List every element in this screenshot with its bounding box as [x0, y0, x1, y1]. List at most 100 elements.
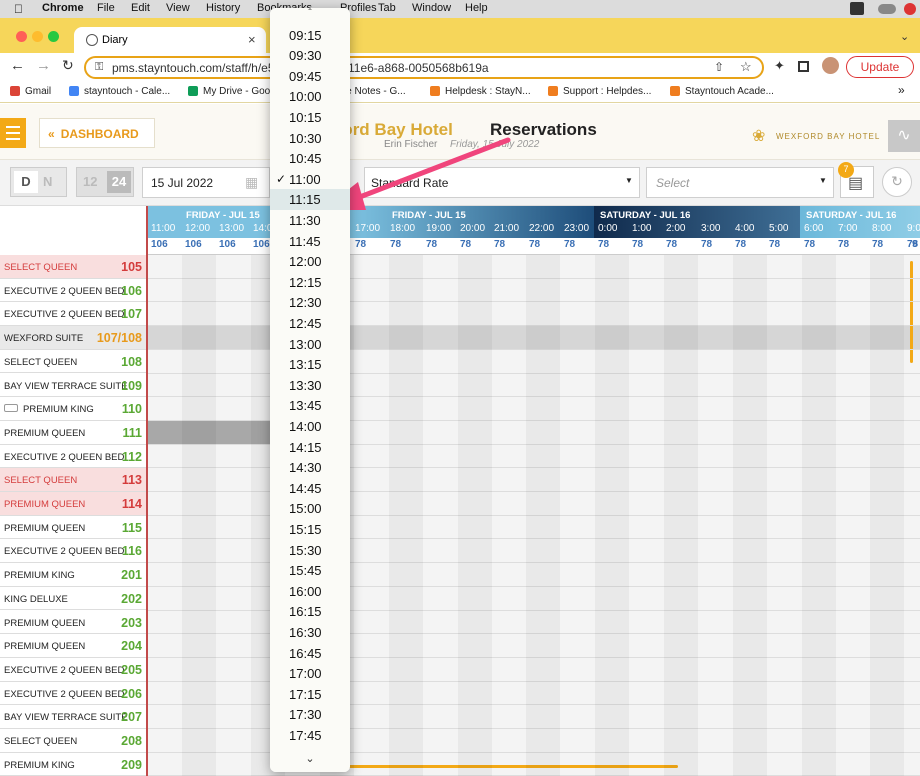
time-option[interactable]: 13:45 — [270, 395, 350, 416]
url-bar[interactable]: ⚿ pms.stayntouch.com/staff/h/e5 11e6-a86… — [84, 56, 764, 79]
menu-history[interactable]: History — [206, 2, 240, 14]
menu-file[interactable]: File — [97, 2, 115, 14]
lock-icon[interactable]: ⚿ — [95, 61, 103, 74]
time-option[interactable]: 13:30 — [270, 375, 350, 396]
time-option[interactable]: 13:00 — [270, 334, 350, 355]
reservation-grid[interactable] — [148, 255, 920, 776]
room-row[interactable]: PREMIUM KING 209 — [0, 753, 147, 776]
close-tab-icon[interactable]: × — [248, 32, 256, 47]
refresh-icon[interactable]: ↻ — [882, 167, 912, 197]
date-picker[interactable]: 15 Jul 2022 ▦ — [142, 167, 270, 198]
room-row[interactable]: PREMIUM QUEEN 203 — [0, 611, 147, 635]
room-row[interactable]: EXECUTIVE 2 QUEEN BED 106 — [0, 279, 147, 303]
room-row[interactable]: PREMIUM QUEEN 114 — [0, 492, 147, 516]
time-option[interactable]: 17:45 — [270, 725, 350, 746]
time-option[interactable]: 15:00 — [270, 498, 350, 519]
room-row[interactable]: EXECUTIVE 2 QUEEN BED 112 — [0, 445, 147, 469]
room-row[interactable]: SELECT QUEEN 105 — [0, 255, 147, 279]
time-option[interactable]: 14:30 — [270, 457, 350, 478]
time-option[interactable]: 17:00 — [270, 663, 350, 684]
update-button[interactable]: Update — [846, 56, 914, 78]
time-option[interactable]: 16:00 — [270, 581, 350, 602]
time-option[interactable]: ✓ 11:00 — [270, 169, 350, 190]
room-row[interactable]: EXECUTIVE 2 QUEEN BED 205 — [0, 658, 147, 682]
time-option[interactable]: 11:15 — [270, 189, 350, 210]
time-option[interactable]: 13:15 — [270, 354, 350, 375]
mode-n-button[interactable]: N — [43, 174, 52, 189]
time-option[interactable]: 14:45 — [270, 478, 350, 499]
bookmark-drive[interactable]: My Drive - Goo — [188, 86, 270, 97]
time-option[interactable]: 15:45 — [270, 560, 350, 581]
room-row[interactable]: PREMIUM KING 110 — [0, 397, 147, 421]
tab-search-icon[interactable]: ⌄ — [900, 30, 909, 43]
extensions-icon[interactable]: ✦ — [774, 58, 785, 74]
time-option[interactable]: 09:15 — [270, 25, 350, 46]
room-row[interactable]: SELECT QUEEN 208 — [0, 729, 147, 753]
time-option[interactable]: 10:30 — [270, 128, 350, 149]
time-option[interactable]: 11:30 — [270, 210, 350, 231]
day-night-toggle[interactable]: D N — [10, 167, 67, 197]
status-icon[interactable] — [850, 2, 864, 15]
time-option[interactable]: 10:00 — [270, 86, 350, 107]
close-window-button[interactable] — [16, 31, 27, 42]
reload-icon[interactable]: ↻ — [62, 57, 74, 74]
time-option[interactable]: 14:15 — [270, 437, 350, 458]
room-row[interactable]: PREMIUM QUEEN 115 — [0, 516, 147, 540]
menu-help[interactable]: Help — [465, 2, 488, 14]
time-option[interactable]: 11:45 — [270, 231, 350, 252]
time-option[interactable]: 16:30 — [270, 622, 350, 643]
time-option[interactable]: 17:30 — [270, 704, 350, 725]
bookmark-support[interactable]: Support : Helpdes... — [548, 86, 651, 97]
scroll-down-icon[interactable]: ⌄ — [270, 752, 350, 772]
room-row[interactable]: WEXFORD SUITE 107/108 — [0, 326, 147, 350]
time-option[interactable]: 09:30 — [270, 45, 350, 66]
menu-app-name[interactable]: Chrome — [42, 2, 84, 14]
bookmark-star-icon[interactable]: ☆ — [740, 59, 752, 75]
room-row[interactable]: BAY VIEW TERRACE SUITE 207 — [0, 705, 147, 729]
time-option[interactable]: 17:15 — [270, 684, 350, 705]
apple-icon[interactable]:  — [14, 2, 23, 16]
room-row[interactable]: SELECT QUEEN 108 — [0, 350, 147, 374]
time-option[interactable]: 12:45 — [270, 313, 350, 334]
time-option[interactable]: 14:00 — [270, 416, 350, 437]
time-option[interactable]: 10:45 — [270, 148, 350, 169]
share-icon[interactable]: ⇧ — [714, 60, 724, 74]
room-row[interactable]: EXECUTIVE 2 QUEEN BED 206 — [0, 682, 147, 706]
cloud-icon[interactable] — [878, 4, 896, 14]
room-row[interactable]: PREMIUM QUEEN 204 — [0, 634, 147, 658]
zoom-window-button[interactable] — [48, 31, 59, 42]
dashboard-button[interactable]: « DASHBOARD — [39, 118, 155, 148]
sidebar-icon[interactable] — [798, 61, 809, 72]
mode-d-button[interactable]: D — [14, 171, 38, 193]
hour-24-button[interactable]: 24 — [107, 171, 131, 193]
time-option[interactable]: 15:30 — [270, 540, 350, 561]
time-option[interactable]: 16:15 — [270, 601, 350, 622]
bookmark-calendar[interactable]: stayntouch - Cale... — [69, 86, 170, 97]
browser-tab-diary[interactable]: Diary × — [74, 27, 266, 53]
menu-window[interactable]: Window — [412, 2, 451, 14]
time-option[interactable]: 12:15 — [270, 272, 350, 293]
bookmark-helpdesk[interactable]: Helpdesk : StayN... — [430, 86, 531, 97]
menu-edit[interactable]: Edit — [131, 2, 150, 14]
room-row[interactable]: PREMIUM KING 201 — [0, 563, 147, 587]
hour-12-button[interactable]: 12 — [83, 174, 97, 189]
bookmark-academy[interactable]: Stayntouch Acade... — [670, 86, 774, 97]
room-row[interactable]: EXECUTIVE 2 QUEEN BED 107 — [0, 302, 147, 327]
time-dropdown-menu[interactable]: ˆ 09:0009:1509:3009:4510:0010:1510:3010:… — [270, 8, 350, 772]
room-row[interactable]: BAY VIEW TERRACE SUITE 109 — [0, 374, 147, 398]
avatar[interactable] — [822, 57, 839, 74]
forward-icon[interactable]: → — [36, 57, 51, 74]
time-option[interactable]: 09:45 — [270, 66, 350, 87]
vertical-scrollbar[interactable] — [910, 261, 913, 363]
time-option[interactable]: 16:45 — [270, 643, 350, 664]
scroll-up-icon[interactable]: ˆ — [270, 8, 350, 20]
menu-tab[interactable]: Tab — [378, 2, 396, 14]
room-row[interactable]: SELECT QUEEN 113 — [0, 468, 147, 492]
time-option[interactable]: 12:00 — [270, 251, 350, 272]
time-option[interactable]: 12:30 — [270, 292, 350, 313]
time-option[interactable]: 15:15 — [270, 519, 350, 540]
room-row[interactable]: KING DELUXE 202 — [0, 587, 147, 611]
hour-format-toggle[interactable]: 12 24 — [76, 167, 134, 197]
calendar-grid-icon[interactable]: ▦ — [245, 174, 258, 191]
room-row[interactable]: EXECUTIVE 2 QUEEN BED 116 — [0, 539, 147, 564]
